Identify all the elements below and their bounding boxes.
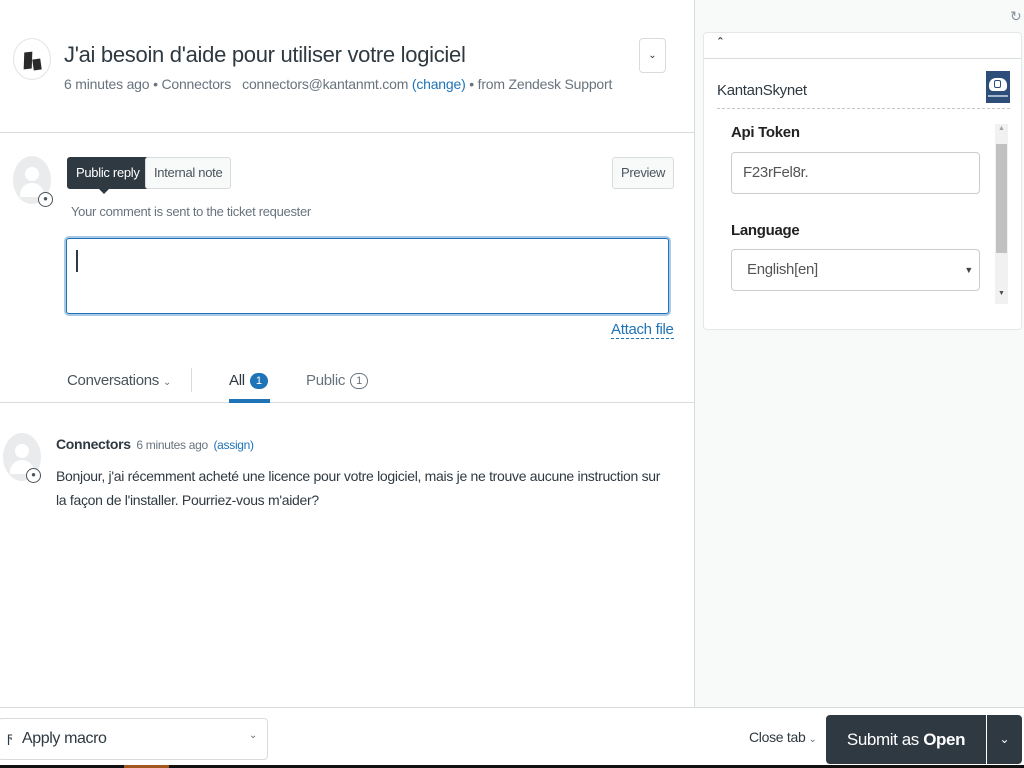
message-author[interactable]: Connectors	[56, 436, 131, 452]
language-label: Language	[731, 222, 800, 239]
user-badge-icon: ●	[38, 192, 53, 207]
tab-all[interactable]: All 1	[229, 372, 268, 389]
assign-link[interactable]: (assign)	[213, 438, 254, 452]
requester-name: Connectors	[161, 76, 232, 92]
scroll-down-arrow-icon[interactable]: ▼	[998, 290, 1005, 297]
submit-button[interactable]: Submit as Open	[826, 715, 986, 764]
scroll-up-arrow-icon[interactable]: ▲	[998, 125, 1005, 132]
app-scrollbar[interactable]: ▲ ▼	[995, 124, 1008, 304]
app-card-toolbar: ˆ	[704, 33, 1021, 59]
ticket-meta: 6 minutes ago • Connectors connectors@ka…	[64, 76, 613, 92]
lightning-bolt-icon: ϝ	[7, 729, 13, 745]
preview-button[interactable]: Preview	[612, 157, 675, 189]
conversations-dropdown[interactable]: Conversations ⌄	[67, 372, 171, 389]
requester-email: connectors@kantanmt.com	[242, 76, 409, 92]
submit-options-dropdown[interactable]: ⌄	[987, 715, 1022, 764]
chevron-down-icon: ⌄	[249, 730, 258, 741]
chevron-down-icon: ⌄	[648, 50, 657, 61]
submit-status: Open	[923, 730, 966, 749]
attach-file-link[interactable]: Attach file	[611, 321, 674, 339]
user-badge-icon: ●	[26, 468, 41, 483]
kantan-cloud-logo-icon	[986, 71, 1010, 103]
text-caret	[76, 250, 78, 272]
ticket-channel: from Zendesk Support	[477, 76, 613, 92]
message-time: 6 minutes ago	[136, 438, 208, 452]
count-badge: 1	[249, 373, 268, 389]
tab-public[interactable]: Public 1	[306, 372, 369, 389]
comment-input[interactable]	[66, 238, 669, 314]
ticket-title: J'ai besoin d'aide pour utiliser votre l…	[64, 42, 466, 67]
divider	[191, 368, 192, 392]
brand-logo-icon	[13, 38, 51, 80]
ticket-footer: ϝ Apply macro ⌄ Close tab ⌄ Submit as Ope…	[0, 707, 1024, 765]
app-name: KantanSkynet	[717, 82, 807, 99]
api-token-input[interactable]: F23rFel8r.	[731, 152, 980, 194]
chevron-down-icon: ⌄	[999, 732, 1010, 746]
composer-hint: Your comment is sent to the ticket reque…	[71, 204, 311, 219]
internal-note-button[interactable]: Internal note	[145, 157, 232, 189]
message-header: Connectors 6 minutes ago (assign)	[56, 436, 254, 452]
api-token-label: Api Token	[731, 124, 800, 141]
app-card-kantanskynet: ˆ KantanSkynet Api Token F23rFel8r. Lang…	[703, 32, 1022, 330]
chevron-down-icon: ⌄	[808, 734, 817, 745]
public-reply-button[interactable]: Public reply	[67, 157, 149, 194]
caret-down-icon: ▼	[964, 265, 973, 275]
ticket-time: 6 minutes ago	[64, 76, 150, 92]
chevron-up-icon[interactable]: ˆ	[718, 35, 722, 50]
scroll-thumb[interactable]	[996, 144, 1007, 253]
chevron-down-icon: ⌄	[162, 377, 172, 388]
divider	[717, 108, 1010, 109]
refresh-icon[interactable]: ↻	[1010, 8, 1022, 25]
apply-macro-dropdown[interactable]: ϝ Apply macro ⌄	[0, 718, 268, 760]
active-tab-indicator	[229, 399, 270, 403]
change-requester-link[interactable]: (change)	[412, 76, 466, 92]
message-body: Bonjour, j'ai récemment acheté une licen…	[56, 468, 661, 508]
ticket-options-dropdown[interactable]: ⌄	[639, 38, 666, 73]
language-select[interactable]: English[en] ▼	[731, 249, 980, 291]
conversation-filter-bar: Conversations ⌄ All 1 Public 1	[0, 360, 694, 403]
count-badge: 1	[350, 373, 369, 389]
ticket-main-pane: J'ai besoin d'aide pour utiliser votre l…	[0, 0, 695, 707]
ticket-header: J'ai besoin d'aide pour utiliser votre l…	[0, 0, 694, 133]
close-tab-dropdown[interactable]: Close tab ⌄	[749, 729, 817, 745]
